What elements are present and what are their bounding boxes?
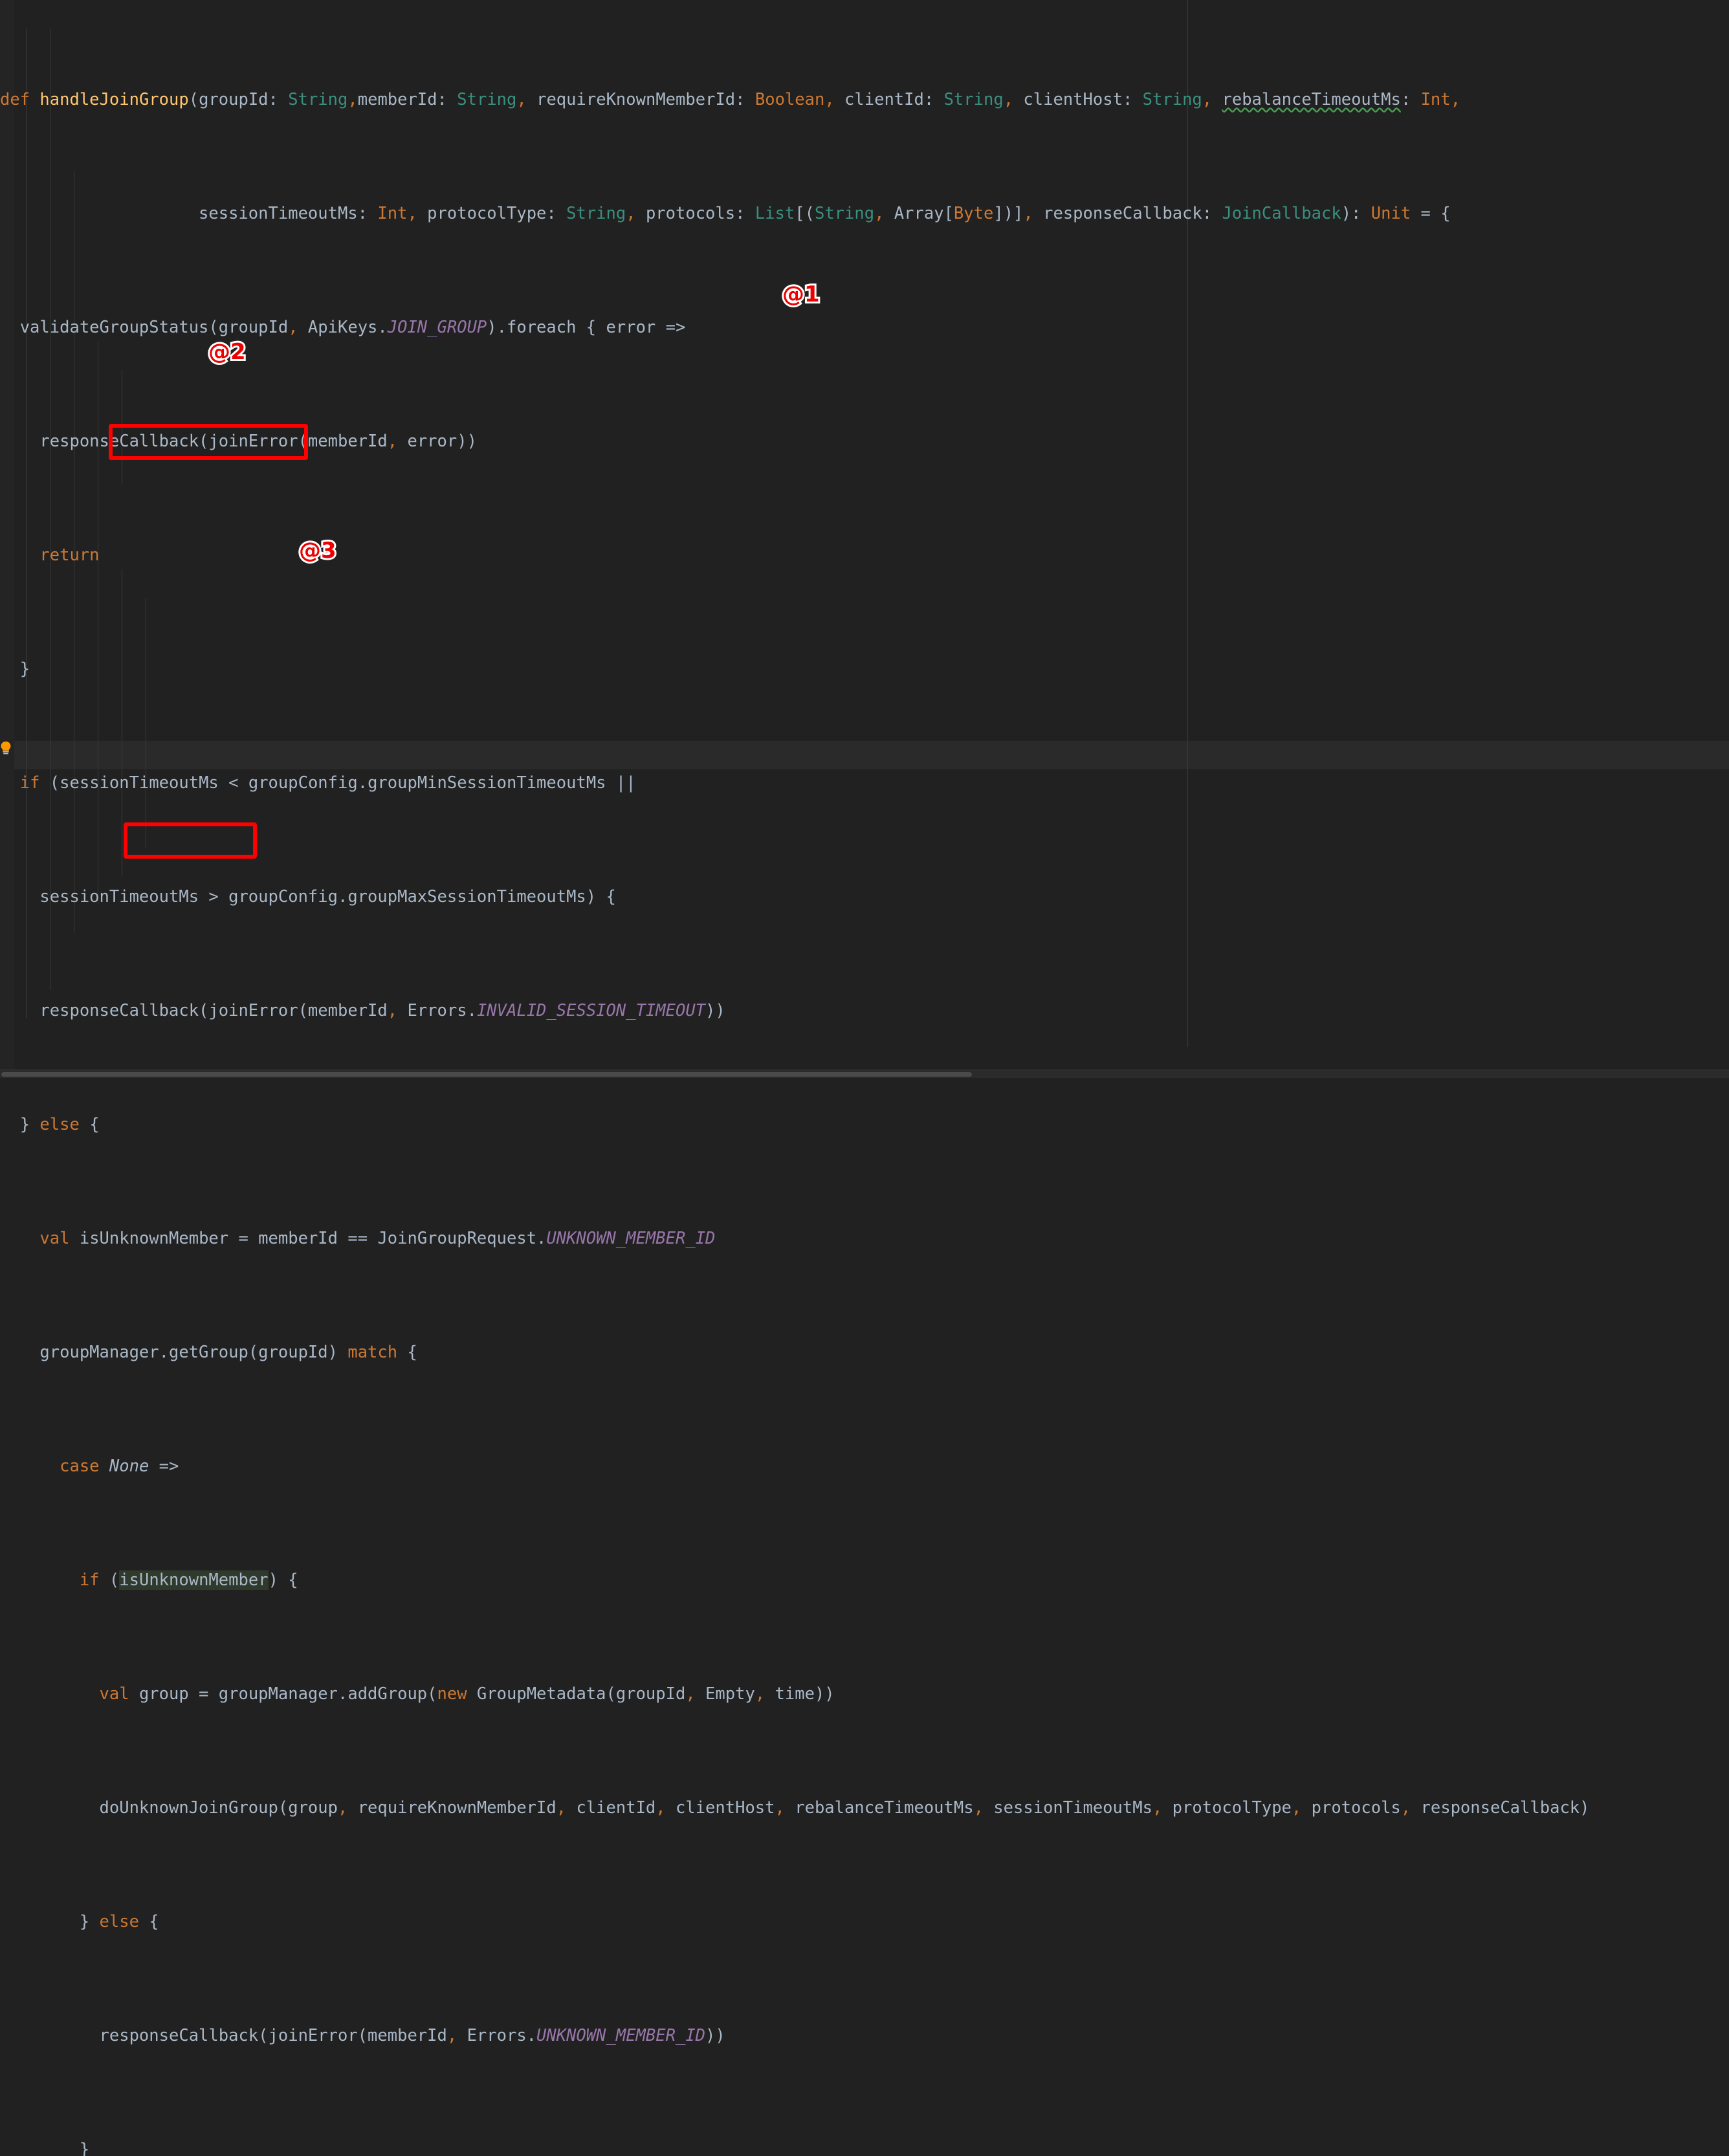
code-line[interactable]: if (isUnknownMember) { xyxy=(0,1566,1609,1594)
code-line[interactable]: responseCallback(joinError(memberId, Err… xyxy=(0,2021,1609,2050)
code-line[interactable]: case None => xyxy=(0,1452,1609,1480)
code-line[interactable]: def handleJoinGroup(groupId: String,memb… xyxy=(0,85,1609,114)
annotation-badge-1: @1 xyxy=(780,281,822,307)
horizontal-scrollbar[interactable] xyxy=(0,1070,1729,1078)
code-line[interactable]: sessionTimeoutMs > groupConfig.groupMaxS… xyxy=(0,883,1609,911)
code-line[interactable]: } else { xyxy=(0,1908,1609,1936)
code-line[interactable]: sessionTimeoutMs: Int, protocolType: Str… xyxy=(0,199,1609,228)
code-text-area[interactable]: def handleJoinGroup(groupId: String,memb… xyxy=(0,0,1609,2156)
code-line[interactable]: validateGroupStatus(groupId, ApiKeys.JOI… xyxy=(0,313,1609,342)
code-line[interactable]: } xyxy=(0,655,1609,683)
code-line[interactable]: } xyxy=(0,2135,1609,2156)
code-line[interactable]: } else { xyxy=(0,1110,1609,1139)
annotation-badge-2: @2 xyxy=(206,339,248,365)
code-line[interactable]: val isUnknownMember = memberId == JoinGr… xyxy=(0,1224,1609,1253)
code-line[interactable]: groupManager.getGroup(groupId) match { xyxy=(0,1338,1609,1367)
annotation-badge-3: @3 xyxy=(297,538,338,564)
code-line[interactable]: responseCallback(joinError(memberId, err… xyxy=(0,427,1609,456)
code-line[interactable]: responseCallback(joinError(memberId, Err… xyxy=(0,996,1609,1025)
horizontal-scrollbar-thumb[interactable] xyxy=(1,1072,972,1077)
code-line[interactable]: if (sessionTimeoutMs < groupConfig.group… xyxy=(0,769,1609,797)
code-line[interactable]: doUnknownJoinGroup(group, requireKnownMe… xyxy=(0,1794,1609,1822)
code-line[interactable]: val group = groupManager.addGroup(new Gr… xyxy=(0,1680,1609,1708)
code-editor[interactable]: def handleJoinGroup(groupId: String,memb… xyxy=(0,0,1729,2156)
lightbulb-icon[interactable] xyxy=(0,741,12,755)
code-line[interactable]: return xyxy=(0,541,1609,569)
